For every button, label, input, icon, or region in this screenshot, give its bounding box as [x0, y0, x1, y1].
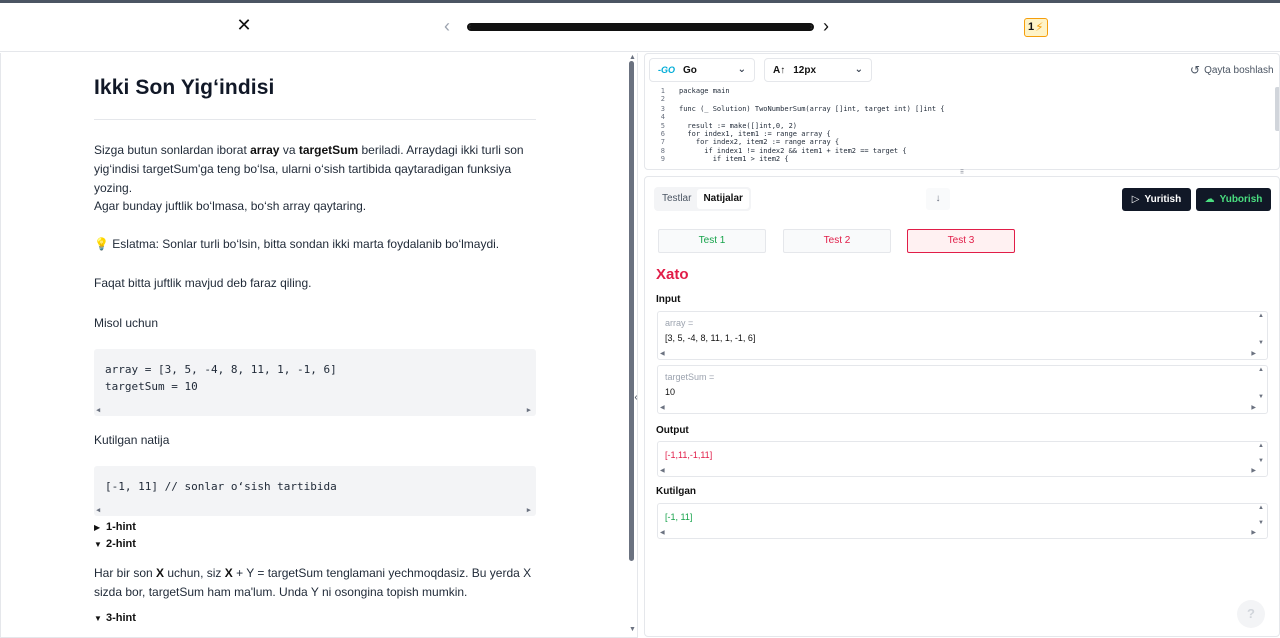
- scroll-down-icon[interactable]: ▼: [1258, 520, 1264, 526]
- chevron-left-icon[interactable]: ‹: [444, 17, 450, 35]
- reset-icon: ↺: [1190, 63, 1201, 77]
- field-value: [3, 5, -4, 8, 11, 1, -1, 6]: [665, 333, 756, 343]
- test-case-3[interactable]: Test 3: [907, 229, 1015, 253]
- chevron-right-icon[interactable]: ›: [823, 17, 829, 35]
- output-field[interactable]: [-1,11,-1,11] ▲ ▼ ◀ ▶: [657, 441, 1268, 477]
- results-panel: Testlar Natijalar ↓ ▷ Yuritish ☁ Yuborish …: [644, 176, 1280, 637]
- test-case-2[interactable]: Test 2: [783, 229, 891, 253]
- problem-title: Ikki Son Yig‘indisi: [94, 76, 275, 99]
- scroll-right-icon[interactable]: ▶: [1251, 404, 1256, 411]
- top-bar: ✕ ‹ › 1 ⚡: [0, 3, 1280, 52]
- scroll-down-icon[interactable]: ▼: [629, 626, 636, 633]
- bolt-icon: ⚡: [1035, 20, 1044, 34]
- expected-output-field[interactable]: [-1, 11] ▲ ▼ ◀ ▶: [657, 503, 1268, 539]
- expected-label: Kutilgan natija: [94, 433, 170, 447]
- hint-3-toggle[interactable]: ▼ 3-hint: [94, 612, 136, 624]
- title-divider: [94, 119, 536, 120]
- editor-scrollbar[interactable]: [1275, 87, 1279, 131]
- scroll-up-icon[interactable]: ▲: [1258, 505, 1264, 511]
- field-name: targetSum =: [665, 372, 715, 382]
- problem-panel: Ikki Son Yig‘indisi Sizga butun sonlarda…: [0, 53, 638, 638]
- hint-2-toggle[interactable]: ▼ 2-hint: [94, 538, 136, 550]
- result-tabs: Testlar Natijalar: [654, 187, 751, 211]
- chevron-down-icon: ⌄: [854, 64, 863, 75]
- scroll-down-icon[interactable]: ▼: [1258, 458, 1264, 464]
- horizontal-scrollbar[interactable]: ◀ ▶: [94, 505, 536, 516]
- scroll-left-icon[interactable]: ◀: [660, 529, 665, 536]
- code-line: targetSum = 10: [105, 380, 198, 393]
- scroll-right-icon[interactable]: ▶: [1251, 529, 1256, 536]
- streak-badge: 1 ⚡: [1024, 18, 1048, 37]
- scroll-up-icon[interactable]: ▲: [1258, 443, 1264, 449]
- tab-tests[interactable]: Testlar: [656, 189, 697, 209]
- collapse-panel-icon[interactable]: ‹: [630, 391, 637, 405]
- caret-down-icon: ▼: [94, 614, 102, 623]
- close-icon[interactable]: ✕: [236, 16, 252, 34]
- reset-button[interactable]: ↺ Qayta boshlash: [1190, 63, 1274, 77]
- field-value: 10: [665, 387, 676, 397]
- expected-code-block: [-1, 11] // sonlar o‘sish tartibida ◀ ▶: [94, 466, 536, 516]
- progress-fill: [469, 25, 812, 29]
- output-value: [-1,11,-1,11]: [665, 450, 713, 460]
- go-logo-icon: -GO: [658, 65, 675, 75]
- scroll-left-icon[interactable]: ◀: [660, 350, 665, 357]
- horizontal-scrollbar[interactable]: ◀ ▶: [94, 405, 536, 416]
- scroll-up-icon[interactable]: ▲: [1258, 313, 1264, 319]
- output-label: Output: [656, 425, 689, 436]
- code-line: array = [3, 5, -4, 8, 11, 1, -1, 6]: [105, 363, 337, 376]
- cloud-upload-icon: ☁: [1204, 194, 1215, 205]
- input-label: Input: [656, 294, 681, 305]
- caret-down-icon: ▼: [94, 540, 102, 549]
- result-status: Xato: [656, 266, 689, 283]
- scroll-left-icon[interactable]: ◀: [660, 404, 665, 411]
- scroll-right-icon[interactable]: ▶: [1251, 467, 1256, 474]
- chevron-down-icon: ⌄: [737, 64, 746, 75]
- play-icon: ▷: [1131, 194, 1140, 205]
- test-case-1[interactable]: Test 1: [658, 229, 766, 253]
- scroll-left-icon[interactable]: ◀: [660, 467, 665, 474]
- tab-results[interactable]: Natijalar: [697, 189, 749, 209]
- scroll-up-icon[interactable]: ▲: [1258, 367, 1264, 373]
- hint-1-toggle[interactable]: ▶ 1-hint: [94, 521, 136, 533]
- run-button[interactable]: ▷ Yuritish: [1122, 188, 1191, 211]
- problem-intro: Sizga butun sonlardan iborat array va ta…: [94, 143, 524, 195]
- code-area[interactable]: 1 package main 2 3 func (_ Solution) TwoNu…: [645, 85, 1279, 169]
- submit-button[interactable]: ☁ Yuborish: [1196, 188, 1271, 211]
- field-name: array =: [665, 318, 694, 328]
- code-editor-panel: -GO Go ⌄ A↑ 12px ⌄ ↺ Qayta boshlash 1 pac…: [644, 53, 1280, 170]
- language-select[interactable]: -GO Go ⌄: [649, 58, 755, 82]
- font-size-icon: A↑: [773, 64, 786, 76]
- code-line: [-1, 11] // sonlar o‘sish tartibida: [105, 480, 337, 493]
- array-input-field[interactable]: array = [3, 5, -4, 8, 11, 1, -1, 6] ▲ ▼ …: [657, 311, 1268, 360]
- font-size-select[interactable]: A↑ 12px ⌄: [764, 58, 872, 82]
- progress-bar: [467, 23, 814, 31]
- example-label: Misol uchun: [94, 316, 159, 330]
- expected-output-label: Kutilgan: [656, 486, 696, 497]
- target-input-field[interactable]: targetSum = 10 ▲ ▼ ◀ ▶: [657, 365, 1268, 414]
- problem-note: 💡 Eslatma: Sonlar turli bo‘lsin, bitta s…: [94, 237, 500, 251]
- scroll-up-icon[interactable]: ▲: [629, 54, 636, 61]
- caret-right-icon: ▶: [94, 523, 101, 532]
- expected-value: [-1, 11]: [665, 512, 693, 522]
- scroll-down-icon[interactable]: ▼: [1258, 394, 1264, 400]
- example-code-block: array = [3, 5, -4, 8, 11, 1, -1, 6] targ…: [94, 349, 536, 416]
- language-value: Go: [683, 64, 697, 76]
- scroll-down-icon[interactable]: ▼: [1258, 340, 1264, 346]
- problem-assumption: Faqat bitta juftlik mavjud deb faraz qil…: [94, 276, 312, 290]
- help-icon[interactable]: ?: [1237, 600, 1265, 628]
- vertical-scrollbar[interactable]: [629, 61, 634, 561]
- font-size-value: 12px: [793, 64, 817, 76]
- scroll-right-icon[interactable]: ▶: [1251, 350, 1256, 357]
- arrow-down-icon[interactable]: ↓: [926, 188, 950, 210]
- streak-count: 1: [1028, 21, 1035, 33]
- reset-label: Qayta boshlash: [1204, 64, 1274, 76]
- problem-para-empty: Agar bunday juftlik bo‘lmasa, bo‘sh arra…: [94, 199, 367, 213]
- hint-2-content: Har bir son X uchun, siz X + Y = targetS…: [94, 566, 532, 599]
